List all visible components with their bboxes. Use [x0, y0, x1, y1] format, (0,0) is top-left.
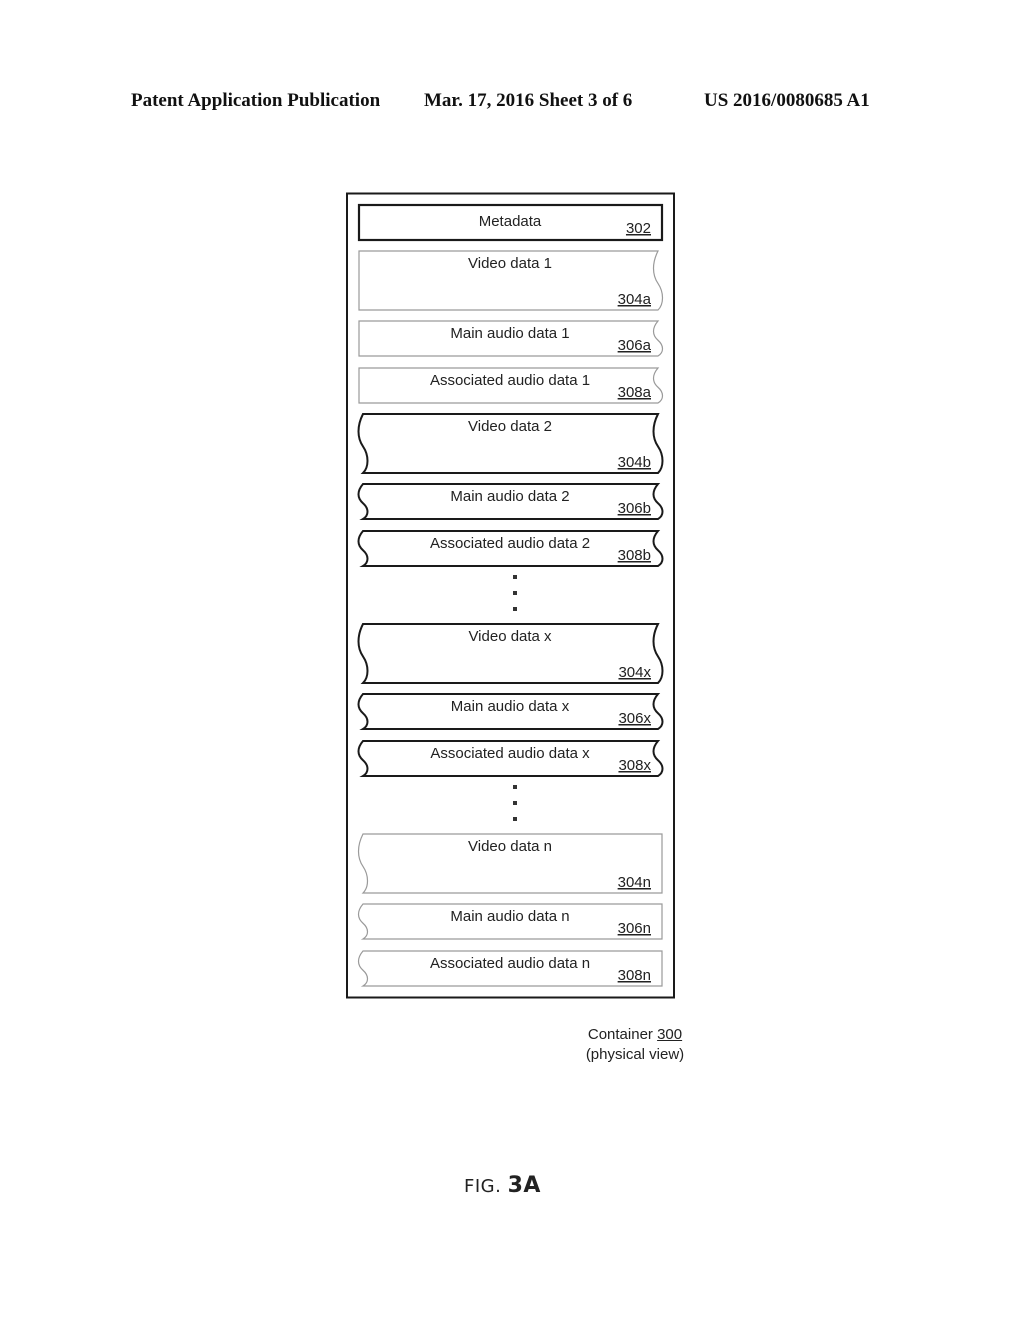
ellipsis-dot	[513, 591, 517, 595]
video-data-2-ref: 304b	[618, 454, 651, 471]
figure-label: FIG. 3A	[464, 1173, 541, 1198]
caption-title: Container	[587, 1026, 653, 1043]
main-audio-data-2-ref: 306b	[618, 500, 651, 517]
associated-audio-data-2-label: Associated audio data 2	[430, 535, 590, 552]
associated-audio-data-1-ref: 308a	[618, 384, 652, 401]
container-caption: Container 300 (physical view)	[560, 1025, 710, 1065]
associated-audio-data-n-label: Associated audio data n	[430, 955, 590, 972]
video-data-x-block: Video data x 304x	[357, 623, 664, 684]
main-audio-data-n-ref: 306n	[618, 920, 651, 937]
associated-audio-data-2-ref: 308b	[618, 547, 651, 564]
metadata-block: Metadata 302	[357, 203, 664, 242]
video-data-1-label: Video data 1	[468, 255, 552, 272]
figure-prefix: FIG.	[464, 1176, 502, 1197]
ellipsis-dot	[513, 801, 517, 805]
data-groups: Video data 1 304a Main audio data 1 306a Ass…	[357, 250, 664, 987]
associated-audio-data-x-block: Associated audio data x 308x	[357, 740, 664, 777]
associated-audio-data-2-block: Associated audio data 2 308b	[357, 530, 664, 567]
data-group-x: Video data x 304x Main audio data x 306x Ass…	[357, 623, 664, 777]
caption-subtitle: (physical view)	[585, 1046, 685, 1063]
video-data-x-ref: 304x	[618, 664, 651, 681]
main-audio-data-n-block: Main audio data n 306n	[357, 903, 663, 940]
associated-audio-data-n-ref: 308n	[618, 967, 651, 984]
video-data-1-ref: 304a	[618, 291, 652, 308]
data-group-2: Video data 2 304b Main audio data 2 306b Ass…	[357, 413, 664, 567]
main-audio-data-1-block: Main audio data 1 306a	[358, 320, 664, 357]
figure-number: 3A	[507, 1173, 541, 1198]
associated-audio-data-1-block: Associated audio data 1 308a	[358, 367, 664, 404]
ellipsis-dot	[513, 817, 517, 821]
main-audio-data-n-label: Main audio data n	[450, 908, 569, 925]
main-audio-data-x-block: Main audio data x 306x	[357, 693, 664, 730]
video-data-1-block: Video data 1 304a	[358, 250, 664, 311]
associated-audio-data-x-label: Associated audio data x	[430, 745, 590, 762]
associated-audio-data-1-label: Associated audio data 1	[430, 372, 590, 389]
container-diagram: Metadata 302 Video data 1 304a Main audio …	[346, 192, 675, 999]
metadata-ref: 302	[626, 220, 651, 237]
main-audio-data-1-label: Main audio data 1	[450, 325, 569, 342]
main-audio-data-2-block: Main audio data 2 306b	[357, 483, 664, 520]
associated-audio-data-n-block: Associated audio data n 308n	[357, 950, 663, 987]
metadata-label: Metadata	[479, 213, 542, 230]
data-group-n: Video data n 304n Main audio data n 306n Ass…	[357, 833, 663, 987]
data-group-1: Video data 1 304a Main audio data 1 306a Ass…	[358, 250, 664, 404]
video-data-x-label: Video data x	[468, 628, 552, 645]
associated-audio-data-x-ref: 308x	[618, 757, 651, 774]
video-data-n-label: Video data n	[468, 838, 552, 855]
ellipsis-after-group-x	[513, 785, 517, 821]
main-audio-data-x-ref: 306x	[618, 710, 651, 727]
video-data-2-label: Video data 2	[468, 418, 552, 435]
ellipsis-dot	[513, 575, 517, 579]
video-data-n-block: Video data n 304n	[357, 833, 663, 894]
ellipsis-dot	[513, 607, 517, 611]
main-audio-data-x-label: Main audio data x	[451, 698, 570, 715]
caption-ref: 300	[657, 1026, 683, 1043]
main-audio-data-1-ref: 306a	[618, 337, 652, 354]
video-data-n-ref: 304n	[618, 874, 651, 891]
ellipsis-after-group-2	[513, 575, 517, 611]
main-audio-data-2-label: Main audio data 2	[450, 488, 569, 505]
video-data-2-block: Video data 2 304b	[357, 413, 664, 474]
ellipsis-dot	[513, 785, 517, 789]
